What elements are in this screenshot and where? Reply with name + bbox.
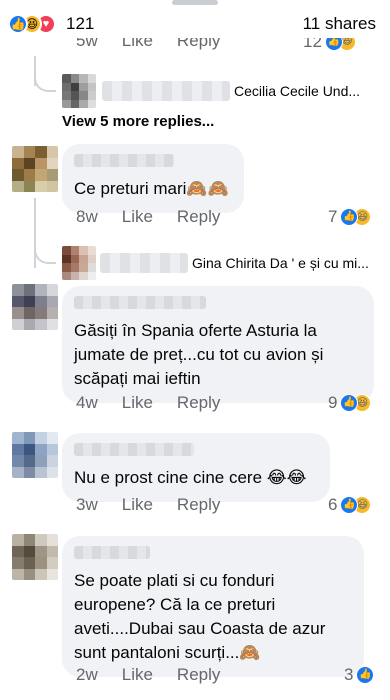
comment-time: 4w <box>76 393 98 412</box>
comment-bubble[interactable]: Nu e prost cine cine cere 😂😂 <box>62 433 330 502</box>
like-button[interactable]: Like <box>122 38 153 52</box>
reply-preview-text[interactable]: Gina Chirita Da ' e și cu mi... <box>192 253 369 273</box>
comment-reactions[interactable]: 3 👍 <box>344 665 375 685</box>
comment-text: Ce preturi mari🙈🙈 <box>74 179 229 198</box>
thread-connector <box>34 240 56 264</box>
reply-button[interactable]: Reply <box>177 665 220 685</box>
comment-meta: 4w Like Reply <box>76 393 220 413</box>
avatar[interactable] <box>62 246 96 280</box>
reply-preview-text[interactable]: Cecilia Cecile Und... <box>234 81 360 101</box>
reply-author-name[interactable] <box>100 253 188 273</box>
comment-bubble[interactable]: Ce preturi mari🙈🙈 <box>62 144 244 213</box>
comment-time: 5w <box>76 38 98 50</box>
sheet-drag-handle[interactable] <box>172 0 218 5</box>
like-button[interactable]: Like <box>122 393 153 413</box>
shares-count[interactable]: 11 shares <box>303 14 376 34</box>
comment-author-name[interactable] <box>74 546 150 559</box>
comment-reactions[interactable]: 9 👍 😆 <box>328 393 372 413</box>
comment-reactions[interactable]: 7 👍 😆 <box>328 207 372 227</box>
reaction-count: 3 <box>344 665 354 684</box>
avatar[interactable] <box>12 534 58 580</box>
like-icon: 👍 <box>8 14 28 34</box>
reply-button[interactable]: Reply <box>177 38 220 52</box>
comment-bubble[interactable]: Găsiți în Spania oferte Asturia la jumat… <box>62 286 374 403</box>
comment-meta: 8w Like Reply <box>76 207 220 227</box>
like-icon: 👍 <box>356 666 375 684</box>
comment-reactions[interactable]: 6 👍 😆 <box>328 495 372 515</box>
comment-meta: 3w Like Reply <box>76 495 220 515</box>
comment-meta: 2w Like Reply <box>76 665 220 685</box>
reply-button[interactable]: Reply <box>177 393 220 413</box>
comment-time: 3w <box>76 495 98 514</box>
comment-author-name[interactable] <box>74 296 206 309</box>
view-more-replies-link[interactable]: View 5 more replies... <box>62 113 214 130</box>
comment-reactions-partial[interactable]: 12 👍 😆 <box>303 38 356 52</box>
reply-author-name[interactable] <box>102 81 230 101</box>
avatar[interactable] <box>62 74 96 108</box>
reaction-count: 9 <box>328 393 338 412</box>
like-button[interactable]: Like <box>122 495 153 515</box>
thread-connector <box>34 70 56 92</box>
comment-time: 2w <box>76 665 98 684</box>
comment-author-name[interactable] <box>74 443 194 456</box>
comment-text: Găsiți în Spania oferte Asturia la jumat… <box>74 321 324 388</box>
like-button[interactable]: Like <box>122 207 153 227</box>
avatar[interactable] <box>12 432 58 478</box>
like-button[interactable]: Like <box>122 665 153 685</box>
comment-text: Se poate plati si cu fonduri europene? C… <box>74 571 326 662</box>
comment-author-name[interactable] <box>74 154 174 167</box>
reply-button[interactable]: Reply <box>177 207 220 227</box>
reaction-count: 12 <box>303 38 322 51</box>
reaction-count[interactable]: 121 <box>66 14 94 34</box>
reaction-count: 7 <box>328 207 338 226</box>
avatar[interactable] <box>12 146 58 192</box>
comment-meta-partial: 5w Like Reply <box>76 38 220 52</box>
comment-text: Nu e prost cine cine cere 😂😂 <box>74 468 307 487</box>
avatar[interactable] <box>12 284 58 330</box>
reaction-count: 6 <box>328 495 338 514</box>
comment-bubble[interactable]: Se poate plati si cu fonduri europene? C… <box>62 536 364 677</box>
comment-time: 8w <box>76 207 98 226</box>
reply-button[interactable]: Reply <box>177 495 220 515</box>
reactions-summary[interactable]: 👍 😆 ♥ <box>8 14 68 34</box>
